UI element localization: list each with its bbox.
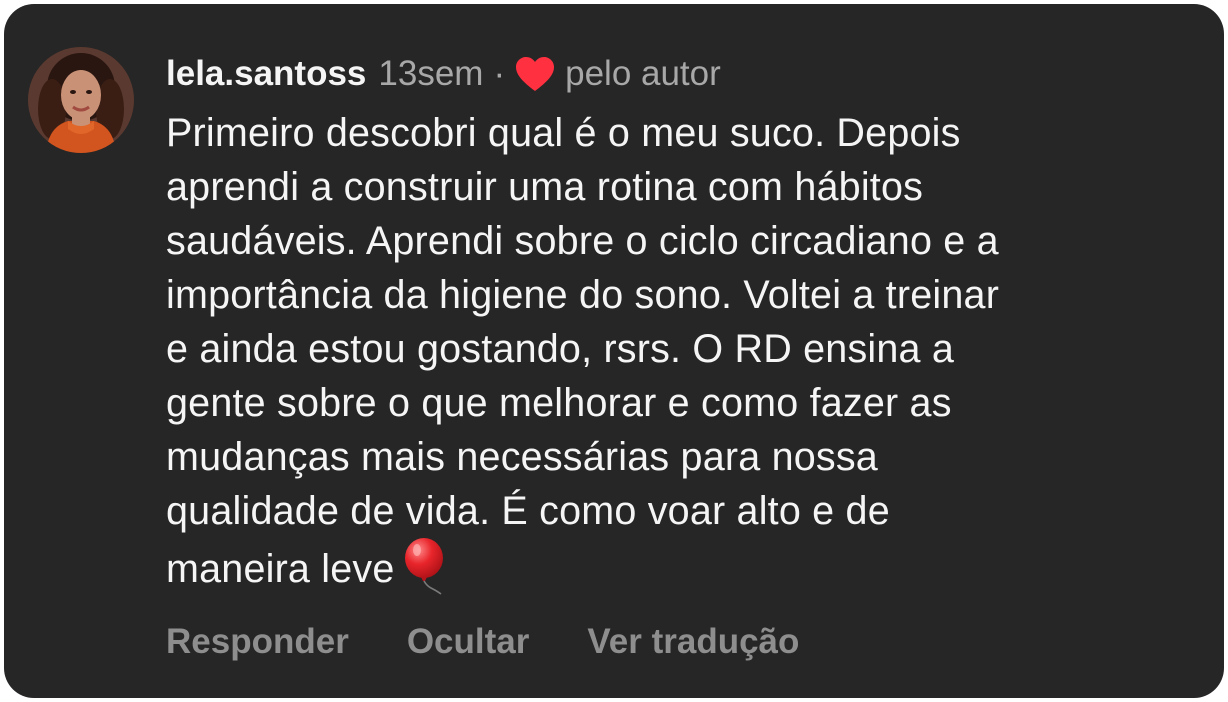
heart-icon (515, 56, 555, 92)
see-translation-button[interactable]: Ver tradução (587, 618, 799, 666)
liked-by-author-label: pelo autor (565, 54, 721, 93)
balloon-emoji-icon (401, 538, 447, 596)
hide-button[interactable]: Ocultar (407, 618, 530, 666)
comment-content: lela.santoss 13sem · pelo autor Primeiro… (166, 48, 1196, 596)
comment-text-block: Primeiro descobri qual é o meu suco. Dep… (166, 106, 1196, 596)
separator: · (493, 54, 506, 93)
username[interactable]: lela.santoss (166, 48, 366, 100)
comment-card: lela.santoss 13sem · pelo autor Primeiro… (4, 4, 1224, 698)
reply-button[interactable]: Responder (166, 618, 349, 666)
comment-meta: lela.santoss 13sem · pelo autor (166, 48, 1196, 100)
timestamp: 13sem (378, 54, 484, 93)
comment-actions: Responder Ocultar Ver tradução (166, 618, 857, 666)
avatar-image (28, 47, 134, 153)
comment-text: Primeiro descobri qual é o meu suco. Dep… (166, 111, 1000, 591)
avatar[interactable] (28, 47, 134, 153)
